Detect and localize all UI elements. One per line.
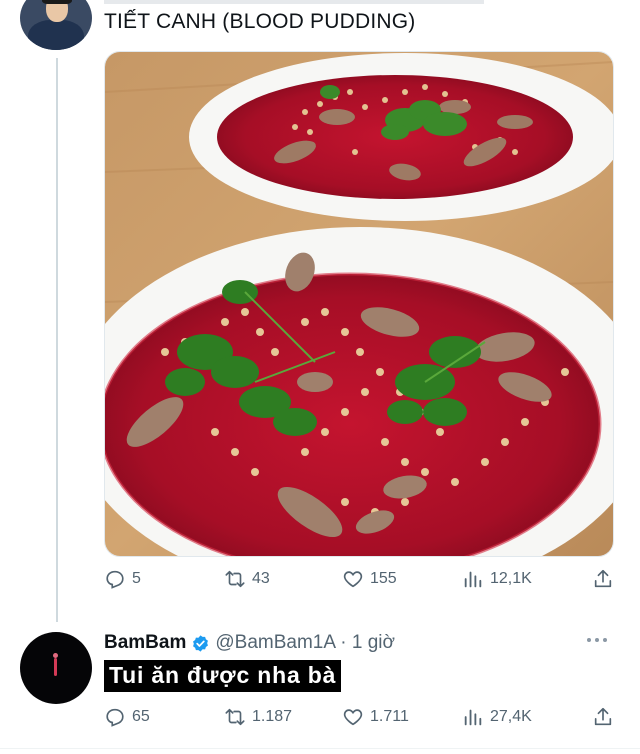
retweet-icon [225,570,245,588]
retweet-button[interactable]: 1.187 [224,706,342,728]
reply-count: 65 [132,708,150,725]
views-icon [464,571,482,588]
reply-text: Tui ăn được nha bà [104,660,342,692]
reply-handle-time[interactable]: @BamBam1A · 1 giờ [215,632,395,654]
views-button[interactable]: 27,4K [462,706,588,728]
share-button[interactable] [592,568,614,590]
blood-pudding-photo [105,52,613,556]
tweet-text: TIẾT CANH (BLOOD PUDDING) [104,10,416,33]
like-count: 155 [370,570,397,587]
top-cropped-header [104,0,484,4]
share-icon [594,569,612,588]
share-button[interactable] [592,706,614,728]
tweet-photo[interactable] [104,51,614,557]
author-avatar[interactable] [20,0,92,50]
views-icon [464,709,482,726]
reply-icon [106,708,124,727]
views-count: 27,4K [490,708,532,725]
reply-display-name[interactable]: BamBam [104,632,186,654]
reply-button[interactable]: 65 [104,706,224,728]
like-button[interactable]: 155 [342,568,462,590]
views-button[interactable]: 12,1K [462,568,588,590]
avatar-hair [42,0,72,4]
like-icon [343,571,363,588]
reply-icon [106,570,124,589]
retweet-button[interactable]: 43 [224,568,342,590]
more-icon[interactable] [584,634,610,646]
like-button[interactable]: 1.711 [342,706,462,728]
retweet-count: 43 [252,570,270,587]
share-icon [594,707,612,726]
like-count: 1.711 [370,708,409,725]
retweet-icon [225,708,245,726]
views-count: 12,1K [490,570,532,587]
avatar-figure [54,658,57,676]
reply-header: BamBam @BamBam1A · 1 giờ [104,632,395,654]
avatar-shirt [28,20,84,50]
reply-count: 5 [132,570,141,587]
divider [0,748,640,749]
tweet-action-bar: 5 43 155 12,1K [104,568,614,590]
reply-author-avatar[interactable] [20,632,92,704]
thread-connector-line [56,58,58,622]
retweet-count: 1.187 [252,708,293,725]
reply-action-bar: 65 1.187 1.711 27,4K [104,706,614,728]
reply-button[interactable]: 5 [104,568,224,590]
like-icon [343,709,363,726]
verified-badge-icon [193,634,209,652]
